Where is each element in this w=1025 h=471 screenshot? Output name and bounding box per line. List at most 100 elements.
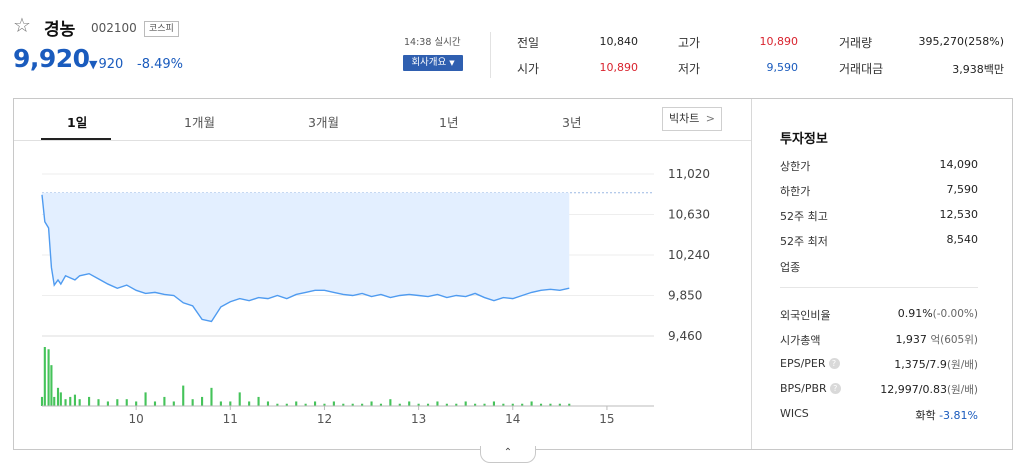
change-rate: -8.49% <box>137 57 183 72</box>
tab-3year[interactable]: 3년 <box>562 112 581 131</box>
week52-high-label: 52주 최고 <box>780 210 828 223</box>
bps-pbr-row: BPS/PBR? 12,997/0.83(원/배) <box>780 382 978 398</box>
volume-bar <box>313 401 317 406</box>
volume-bar <box>73 394 77 406</box>
wics-label: WICS <box>780 407 809 420</box>
market-cap-row: 시가총액 1,937 억(605위) <box>780 332 978 348</box>
tab-3month[interactable]: 3개월 <box>308 112 339 131</box>
sector-label: 업종 <box>780 261 801 274</box>
open-value: 10,890 <box>599 61 639 74</box>
x-tick-label: 14 <box>505 412 520 426</box>
lower-limit-value: 7,590 <box>946 183 979 196</box>
wics-value[interactable]: 화학 -3.81% <box>915 407 978 423</box>
volume-bar <box>163 396 166 406</box>
eps-per-value: 1,375/7.9(원/배) <box>894 357 978 372</box>
bps-pbr-amount: 12,997/0.83 <box>880 383 947 396</box>
volume-bar <box>436 401 439 406</box>
eps-per-row: EPS/PER? 1,375/7.9(원/배) <box>780 357 978 373</box>
volume-bar <box>144 392 147 406</box>
big-chart-button[interactable]: 빅차트 > <box>662 107 722 131</box>
bps-pbr-unit: (원/배) <box>946 384 978 396</box>
foreign-value: 0.91%(-0.00%) <box>898 307 978 320</box>
y-tick-label: 10,240 <box>668 248 710 262</box>
upper-limit-row: 상한가 14,090 <box>780 158 978 174</box>
change-amount: 920 <box>98 57 124 72</box>
volume-bar <box>47 349 50 406</box>
volume-bar <box>78 399 81 406</box>
tab-1day[interactable]: 1일 <box>67 112 87 131</box>
volume-bar <box>53 396 56 406</box>
collapse-chart-button[interactable]: ⌃ <box>480 446 536 463</box>
volume-bar <box>219 401 222 406</box>
amount-label: 거래대금 <box>839 62 884 76</box>
eps-per-unit: (원/배) <box>946 359 978 371</box>
x-tick-label: 11 <box>223 412 238 426</box>
bps-pbr-value: 12,997/0.83(원/배) <box>880 382 978 397</box>
volume-bar <box>125 399 128 406</box>
realtime-label: 14:38 실시간 <box>404 37 461 48</box>
high-value: 10,890 <box>759 35 799 48</box>
volume-bar <box>238 392 241 406</box>
foreign-label: 외국인비율 <box>780 309 831 322</box>
lower-limit-row: 하한가 7,590 <box>780 183 978 199</box>
x-tick-label: 10 <box>129 412 144 426</box>
tab-1year[interactable]: 1년 <box>439 112 458 131</box>
y-tick-label: 11,020 <box>668 167 710 181</box>
tab-1month[interactable]: 1개월 <box>184 112 215 131</box>
volume-bar <box>97 399 100 406</box>
volume-bar <box>182 385 185 406</box>
week52-high-value: 12,530 <box>939 208 979 221</box>
eps-per-label: EPS/PER <box>780 357 826 370</box>
prev-close-label: 전일 <box>517 36 540 50</box>
volume-bar <box>69 396 72 406</box>
stock-header: ☆ 경농 002100 코스피 9,920 ▼920 -8.49% 14:38 … <box>0 0 1025 96</box>
market-cap-label: 시가총액 <box>780 334 821 347</box>
market-cap-amount: 1,937 <box>895 333 927 346</box>
week52-low-row: 52주 최저 8,540 <box>780 233 978 249</box>
foreign-row: 외국인비율 0.91%(-0.00%) <box>780 307 978 323</box>
volume-bar <box>492 401 495 406</box>
help-icon[interactable]: ? <box>829 383 841 394</box>
panel-title: 투자정보 <box>780 132 828 147</box>
volume-bar <box>389 399 392 406</box>
lower-limit-label: 하한가 <box>780 185 811 198</box>
volume-bar <box>50 365 53 406</box>
volume-bar <box>370 401 373 406</box>
wics-sector: 화학 <box>915 409 936 422</box>
wics-row: WICS 화학 -3.81% <box>780 407 978 423</box>
volume-bar <box>266 401 270 406</box>
volume-bar <box>64 399 67 406</box>
volume-bar <box>116 399 119 406</box>
chart-container: 1일 1개월 3개월 1년 3년 빅차트 > 11,020 10,630 10,240… <box>13 98 1013 450</box>
volume-bar <box>40 396 44 406</box>
volume-bar <box>56 387 60 406</box>
volume-bar <box>257 396 260 406</box>
x-tick-label: 12 <box>317 412 332 426</box>
stock-code: 002100 <box>91 21 137 35</box>
amount-value: 3,938백만 <box>952 63 1004 76</box>
volume-bar <box>59 392 62 406</box>
volume-bar <box>106 401 109 406</box>
company-overview-button[interactable]: 회사개요 ▼ <box>403 55 463 71</box>
upper-limit-label: 상한가 <box>780 160 811 173</box>
down-triangle-icon: ▼ <box>89 58 98 71</box>
price-chart[interactable]: 11,020 10,630 10,240 9,850 9,460 10 11 12 13 14 15 <box>14 142 751 450</box>
volume-bar <box>135 401 138 406</box>
volume-label: 거래량 <box>839 36 873 50</box>
help-icon[interactable]: ? <box>828 358 840 369</box>
volume-bar <box>332 401 335 406</box>
panel-divider <box>780 287 978 288</box>
foreign-ratio: 0.91% <box>897 307 933 320</box>
volume-bar <box>191 399 194 406</box>
y-tick-label: 9,460 <box>668 329 702 343</box>
big-chart-label: 빅차트 <box>669 112 700 125</box>
volume-bar <box>464 401 467 406</box>
chevron-up-icon: ⌃ <box>503 447 513 458</box>
favorite-star-icon[interactable]: ☆ <box>13 14 35 36</box>
wics-change: -3.81% <box>939 409 978 422</box>
eps-per-amount: 1,375/7.9 <box>894 358 947 371</box>
volume-bar <box>530 401 533 406</box>
volume-bar <box>88 396 91 406</box>
week52-low-label: 52주 최저 <box>780 235 828 248</box>
week52-high-row: 52주 최고 12,530 <box>780 208 978 224</box>
